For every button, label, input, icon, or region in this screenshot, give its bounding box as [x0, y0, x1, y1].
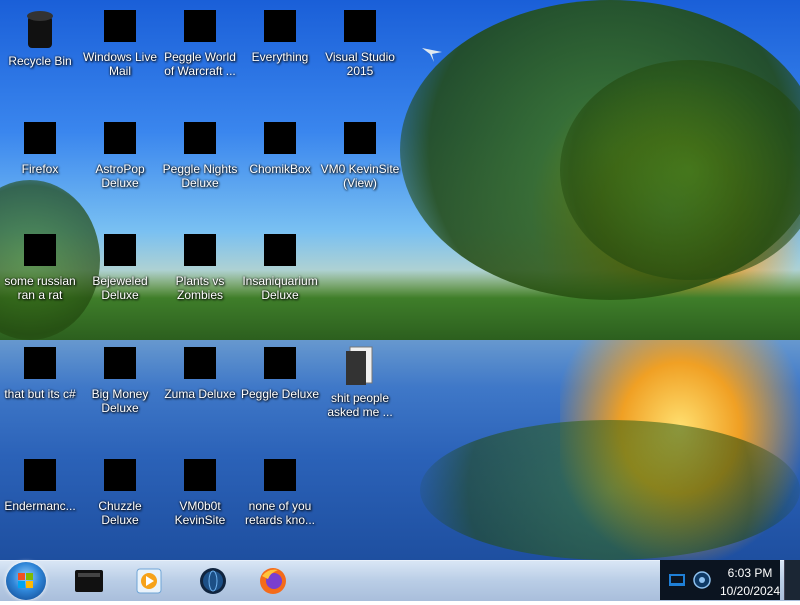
clock-time[interactable]: 6:03 PM [705, 566, 795, 580]
desktop-icon-label: ChomikBox [249, 162, 311, 176]
recycle-bin-icon [27, 11, 53, 48]
desktop-icon-that-but-csharp[interactable]: that but its c# [0, 341, 80, 401]
app-icon [24, 234, 56, 266]
desktop-icon-windows-live-mail[interactable]: Windows Live Mail [80, 4, 160, 78]
desktop-icon-vm0b0t-kevinsite[interactable]: VM0b0t KevinSite [160, 453, 240, 527]
folder-icon [346, 346, 373, 385]
desktop-icon-zuma[interactable]: Zuma Deluxe [160, 341, 240, 401]
desktop-icon-label: Firefox [21, 162, 59, 176]
taskbar-pinned-firefox[interactable] [250, 564, 296, 598]
desktop-icon-russian-rat[interactable]: some russian ran a rat [0, 228, 80, 302]
desktop-icon-label: Visual Studio 2015 [325, 50, 395, 78]
gem-icon [104, 234, 136, 266]
desktop-icon-shit-people-asked[interactable]: shit people asked me ... [320, 341, 400, 419]
desktop-icon-everything[interactable]: Everything [240, 4, 320, 64]
desktop-icon-recycle-bin[interactable]: Recycle Bin [0, 4, 80, 68]
desktop-icon-label: Zuma Deluxe [164, 387, 236, 401]
taskbar-pinned-network[interactable] [190, 564, 236, 598]
taskbar-pinned-file-explorer[interactable] [66, 564, 112, 598]
media-player-icon [136, 568, 162, 594]
zuma-icon [184, 347, 216, 379]
search-app-icon [264, 10, 296, 42]
show-desktop-button[interactable] [784, 560, 800, 600]
desktop-icon-label: Windows Live Mail [82, 50, 158, 78]
desktop-icon-bejeweled[interactable]: Bejeweled Deluxe [80, 228, 160, 302]
file-explorer-icon [75, 570, 103, 592]
peggle-icon [264, 347, 296, 379]
desktop-icon-peggle-wow[interactable]: Peggle World of Warcraft ... [160, 4, 240, 78]
firefox-icon [24, 122, 56, 154]
peggle-icon [184, 10, 216, 42]
desktop-icon-chuzzle[interactable]: Chuzzle Deluxe [80, 453, 160, 527]
desktop-icon-label: Bejeweled Deluxe [92, 274, 148, 302]
desktop-icon-label: shit people asked me ... [327, 391, 393, 419]
clock-date[interactable]: 10/20/2024 [705, 584, 795, 598]
desktop-icon-vm0-kevinsite-view[interactable]: VM0 KevinSite (View) [320, 116, 400, 190]
document-icon [344, 122, 376, 154]
desktop-icon-label: Endermanc... [4, 499, 76, 513]
desktop-icon-plants-vs-zombies[interactable]: Plants vs Zombies [160, 228, 240, 302]
desktop-icon-endermanch[interactable]: Endermanc... [0, 453, 80, 513]
desktop-icon-label: Everything [251, 50, 309, 64]
chuzzle-icon [104, 459, 136, 491]
taskbar-pinned-media-player[interactable] [126, 564, 172, 598]
fish-icon [264, 234, 296, 266]
desktop-icon-none-of-you[interactable]: none of you retards kno... [240, 453, 320, 527]
desktop-icon-big-money[interactable]: Big Money Deluxe [80, 341, 160, 415]
mail-icon [104, 10, 136, 42]
network-globe-icon [200, 568, 226, 594]
desktop-icon-visual-studio[interactable]: Visual Studio 2015 [320, 4, 400, 78]
desktop-icon-label: none of you retards kno... [244, 499, 316, 527]
desktop-icon-peggle-deluxe[interactable]: Peggle Deluxe [240, 341, 320, 401]
desktop-icon-label: Peggle Deluxe [240, 387, 320, 401]
desktop-icon-label: VM0b0t KevinSite [174, 499, 226, 527]
wallpaper-bird-icon [422, 48, 442, 62]
wallpaper-reeds [420, 420, 800, 560]
chomikbox-icon [264, 122, 296, 154]
desktop-icon-label: Insaniquarium Deluxe [242, 274, 318, 302]
desktop-icon-astropop[interactable]: AstroPop Deluxe [80, 116, 160, 190]
desktop-icon-label: Big Money Deluxe [91, 387, 149, 415]
desktop-icon-label: Peggle Nights Deluxe [162, 162, 238, 190]
desktop-icon-peggle-nights[interactable]: Peggle Nights Deluxe [160, 116, 240, 190]
action-center-icon[interactable] [668, 572, 686, 588]
firefox-icon [260, 568, 286, 594]
desktop-icon-label: AstroPop Deluxe [95, 162, 145, 190]
desktop-icon-firefox[interactable]: Firefox [0, 116, 80, 176]
game-icon [104, 122, 136, 154]
firefox-icon [264, 459, 296, 491]
files-icon [24, 347, 56, 379]
desktop-icon-label: some russian ran a rat [4, 274, 76, 302]
desktop-icon-label: Peggle World of Warcraft ... [164, 50, 236, 78]
peggle-icon [184, 122, 216, 154]
windows-start-icon[interactable] [6, 562, 46, 600]
desktop-icon-label: Plants vs Zombies [175, 274, 225, 302]
windows-logo-icon [18, 573, 33, 588]
desktop-icon-label: Recycle Bin [8, 54, 72, 68]
money-icon [104, 347, 136, 379]
visual-studio-icon [344, 10, 376, 42]
plant-icon [184, 234, 216, 266]
monitor-icon [184, 459, 216, 491]
app-icon [24, 459, 56, 491]
desktop-icon-chomikbox[interactable]: ChomikBox [240, 116, 320, 176]
desktop-icon-label: that but its c# [4, 387, 76, 401]
desktop-icon-label: Chuzzle Deluxe [98, 499, 142, 527]
desktop-icon-insaniquarium[interactable]: Insaniquarium Deluxe [240, 228, 320, 302]
desktop-icon-label: VM0 KevinSite (View) [320, 162, 400, 190]
